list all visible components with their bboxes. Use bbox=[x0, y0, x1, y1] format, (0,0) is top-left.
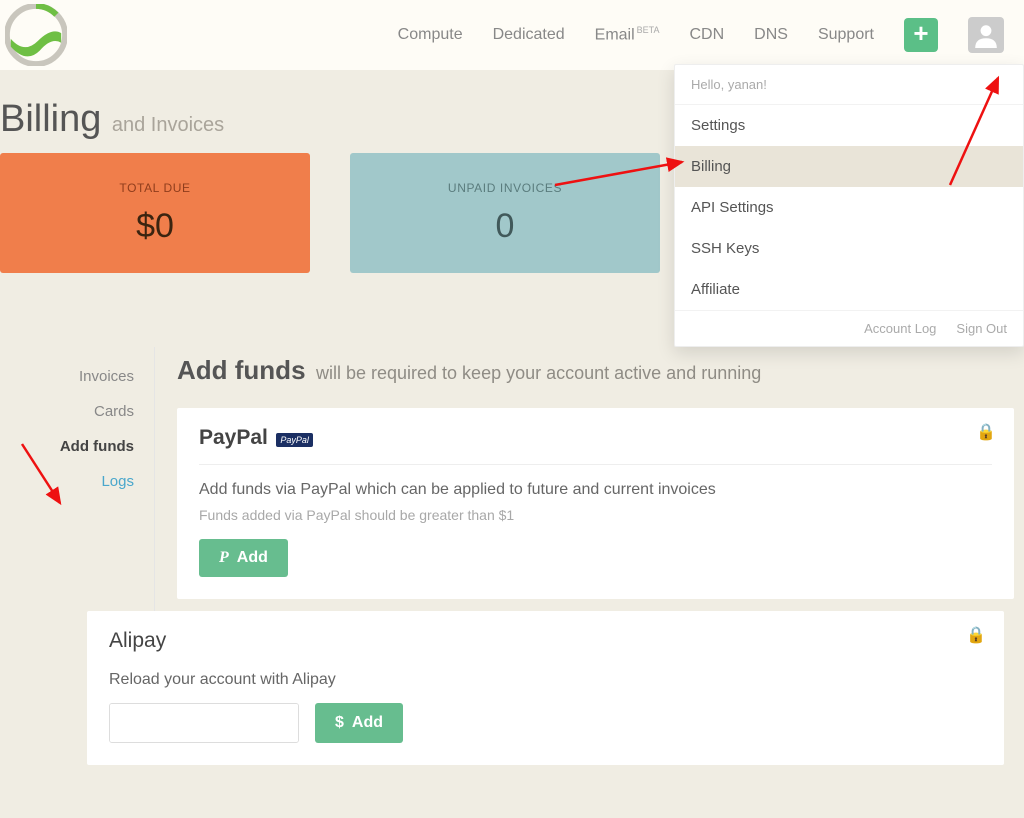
paypal-add-label: Add bbox=[237, 549, 268, 567]
beta-badge: BETA bbox=[637, 25, 660, 35]
card-total-due[interactable]: TOTAL DUE $0 bbox=[0, 153, 310, 273]
nav: Compute Dedicated EmailBETA CDN DNS Supp… bbox=[398, 17, 1014, 53]
dropdown-affiliate[interactable]: Affiliate bbox=[675, 269, 1023, 310]
alipay-amount-input[interactable] bbox=[110, 704, 299, 742]
dropdown-footer: Account Log Sign Out bbox=[675, 310, 1023, 346]
header: Compute Dedicated EmailBETA CDN DNS Supp… bbox=[0, 0, 1024, 70]
divider bbox=[199, 464, 992, 465]
main-heading: Add funds bbox=[177, 355, 306, 385]
dropdown-api-settings[interactable]: API Settings bbox=[675, 187, 1023, 228]
paypal-title: PayPal bbox=[199, 426, 268, 450]
lock-icon: 🔒 bbox=[966, 625, 986, 645]
annotation-arrow-avatar bbox=[940, 70, 1010, 190]
logo[interactable] bbox=[5, 4, 67, 66]
paypal-p-icon: P bbox=[219, 549, 229, 567]
sidebar-item-invoices[interactable]: Invoices bbox=[0, 359, 154, 394]
amount-input-wrap: $ bbox=[109, 703, 299, 743]
lower-content: Invoices Cards Add funds Logs Add funds … bbox=[0, 347, 1024, 765]
main-subheading: will be required to keep your account ac… bbox=[316, 363, 761, 383]
page-subtitle: and Invoices bbox=[112, 114, 224, 136]
annotation-arrow-addfunds bbox=[12, 438, 72, 518]
alipay-add-button[interactable]: $ Add bbox=[315, 703, 403, 743]
paypal-note: Funds added via PayPal should be greater… bbox=[199, 507, 992, 523]
main-column: Add funds will be required to keep your … bbox=[155, 347, 1024, 765]
nav-dns[interactable]: DNS bbox=[754, 26, 788, 44]
nav-cdn[interactable]: CDN bbox=[690, 26, 725, 44]
dropdown-sign-out[interactable]: Sign Out bbox=[956, 321, 1007, 336]
annotation-arrow-billing bbox=[550, 150, 690, 190]
nav-support[interactable]: Support bbox=[818, 26, 874, 44]
add-button[interactable]: + bbox=[904, 18, 938, 52]
dropdown-ssh-keys[interactable]: SSH Keys bbox=[675, 228, 1023, 269]
card-total-due-label: TOTAL DUE bbox=[119, 181, 190, 195]
paypal-add-button[interactable]: P Add bbox=[199, 539, 288, 577]
alipay-panel: Alipay 🔒 Reload your account with Alipay… bbox=[87, 611, 1004, 765]
avatar[interactable] bbox=[968, 17, 1004, 53]
page-title: Billing bbox=[0, 98, 101, 140]
paypal-badge-icon: PayPal bbox=[276, 433, 313, 447]
lock-icon: 🔒 bbox=[976, 422, 996, 442]
paypal-panel: PayPal PayPal 🔒 Add funds via PayPal whi… bbox=[177, 408, 1014, 599]
nav-compute[interactable]: Compute bbox=[398, 26, 463, 44]
nav-email[interactable]: EmailBETA bbox=[595, 25, 660, 44]
sidebar-item-cards[interactable]: Cards bbox=[0, 394, 154, 429]
alipay-amount-row: $ $ Add bbox=[109, 703, 982, 743]
card-unpaid-value: 0 bbox=[496, 207, 515, 246]
dropdown-account-log[interactable]: Account Log bbox=[864, 321, 936, 336]
card-unpaid-label: UNPAID INVOICES bbox=[448, 181, 562, 195]
alipay-desc: Reload your account with Alipay bbox=[109, 671, 982, 689]
paypal-desc: Add funds via PayPal which can be applie… bbox=[199, 481, 992, 499]
card-total-due-value: $0 bbox=[136, 207, 174, 246]
nav-email-label: Email bbox=[595, 27, 635, 44]
nav-dedicated[interactable]: Dedicated bbox=[493, 26, 565, 44]
dollar-icon: $ bbox=[335, 714, 344, 732]
alipay-add-label: Add bbox=[352, 714, 383, 732]
alipay-title: Alipay bbox=[109, 629, 982, 653]
avatar-icon bbox=[973, 22, 999, 48]
